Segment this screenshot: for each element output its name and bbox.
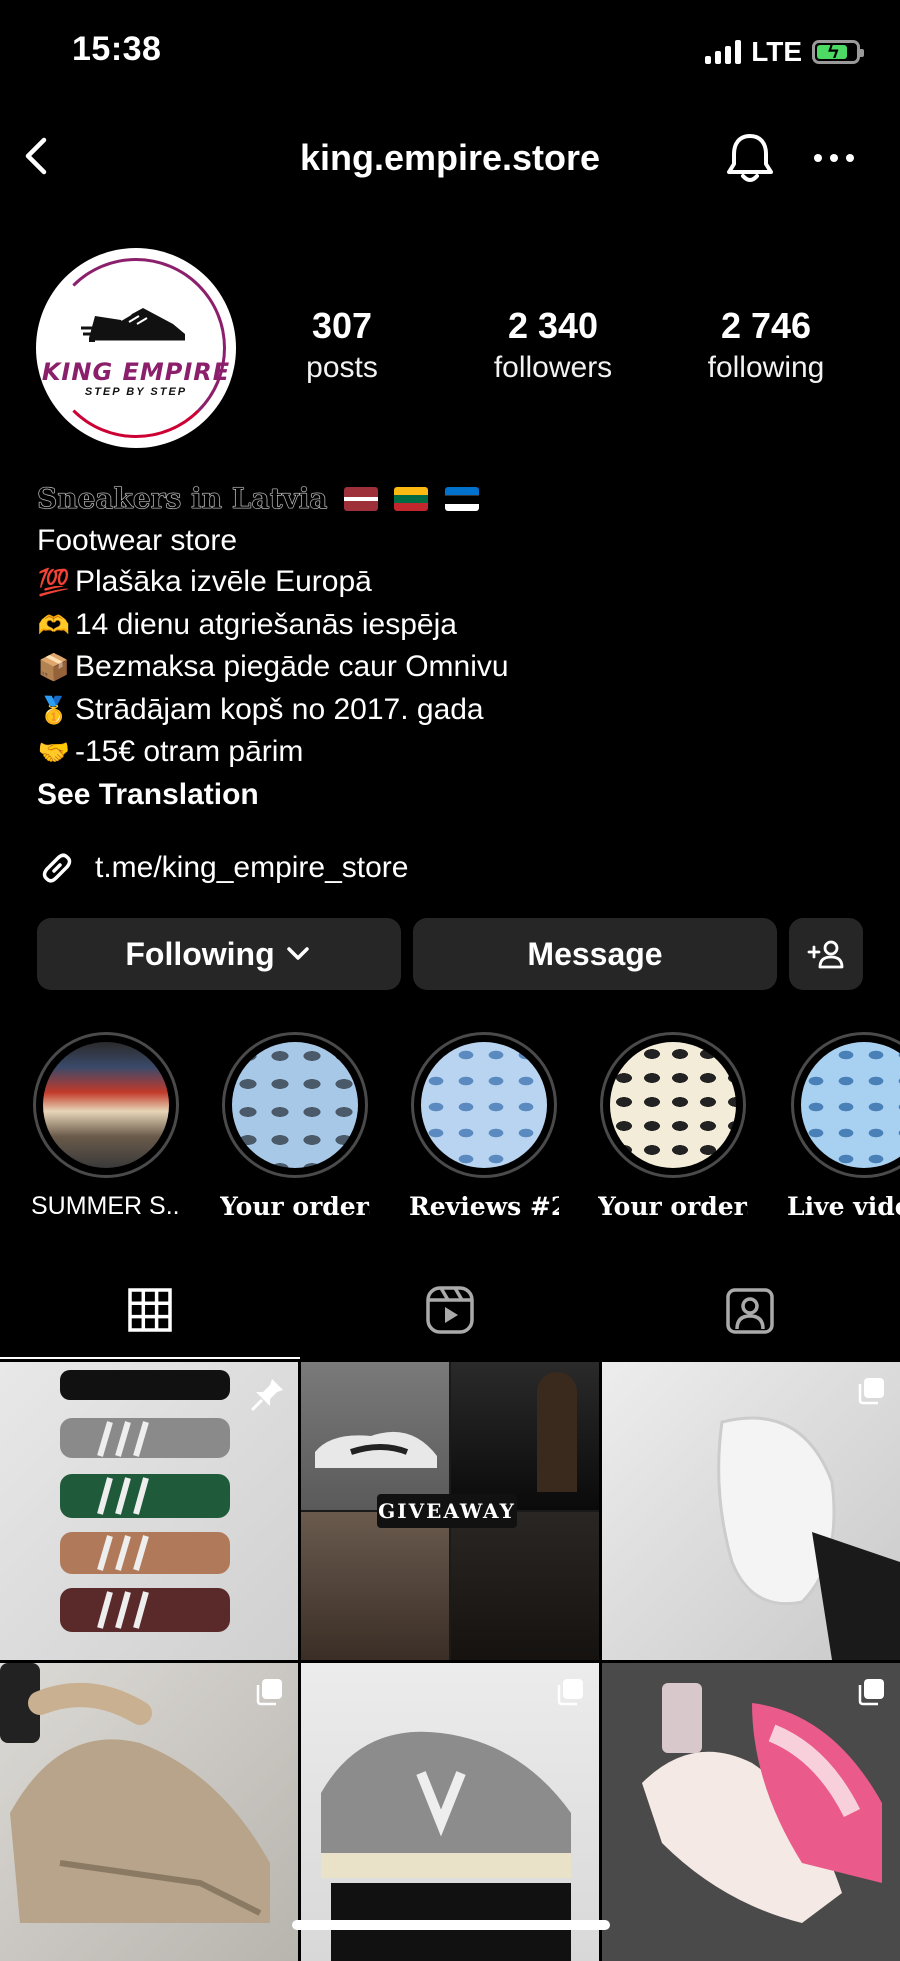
followers-stat[interactable]: 2 340 followers: [463, 305, 643, 385]
bio-display-name-row: Sneakers in Latvia: [37, 478, 509, 520]
active-tab-indicator: [0, 1357, 300, 1359]
network-label: LTE: [751, 36, 802, 67]
pin-icon: [250, 1379, 283, 1412]
status-indicators: LTE ϟ: [705, 36, 864, 68]
bio-line: 🫶 14 dienu atgriešanās iespēja: [37, 604, 509, 647]
tab-tagged[interactable]: [600, 1280, 900, 1340]
multiple-posts-icon: [858, 1679, 884, 1706]
highlight-label: Your orders#6: [598, 1192, 748, 1221]
estonia-flag-icon: [444, 487, 479, 511]
post-image: [642, 1683, 882, 1923]
latvia-flag-icon: [343, 487, 378, 511]
highlight-label: Your orders...: [220, 1192, 370, 1221]
post-thumbnail[interactable]: [301, 1663, 599, 1961]
post-thumbnail[interactable]: [0, 1663, 298, 1961]
sneaker-image: [315, 1431, 437, 1468]
post-thumbnail[interactable]: [602, 1663, 900, 1961]
followers-count: 2 340: [507, 305, 599, 346]
post-thumbnail[interactable]: GIVEAWAY: [301, 1362, 599, 1660]
handshake-icon: 🤝: [37, 737, 71, 767]
bio-line: 🥇 Strādājam kopš no 2017. gada: [37, 689, 509, 732]
highlight-thumbnail: [801, 1042, 900, 1168]
link-icon: [42, 853, 72, 883]
bio-line: 💯 Plašāka izvēle Europā: [37, 561, 509, 604]
status-time: 15:38: [72, 30, 162, 68]
profile-link[interactable]: t.me/king_empire_store: [37, 848, 408, 888]
heart-hands-icon: 🫶: [37, 609, 71, 640]
bio-line: 🤝 -15€ otram pārim: [37, 731, 509, 774]
post-thumbnail[interactable]: [0, 1362, 298, 1660]
posts-stat: 307 posts: [252, 305, 432, 385]
highlight-item[interactable]: Reviews #2: [409, 1032, 559, 1221]
grid-icon: [128, 1288, 172, 1332]
highlight-item[interactable]: Live video: [787, 1032, 900, 1221]
post-thumbnail[interactable]: [602, 1362, 900, 1660]
bio-category: Footwear store: [37, 523, 238, 557]
following-label: following: [707, 351, 825, 384]
suggested-people-button[interactable]: [789, 918, 863, 990]
highlight-item[interactable]: Your orders#6: [598, 1032, 748, 1221]
multiple-posts-icon: [557, 1679, 583, 1706]
multiple-posts-icon: [256, 1679, 282, 1706]
highlight-item[interactable]: Your orders...: [220, 1032, 370, 1221]
battery-icon: ϟ: [812, 40, 864, 64]
giveaway-label: GIVEAWAY: [377, 1494, 517, 1528]
message-button[interactable]: Message: [413, 918, 777, 990]
display-name: Sneakers in Latvia: [37, 482, 328, 515]
tagged-person-icon: [726, 1288, 774, 1334]
bio-line: 📦 Bezmaksa piegāde caur Omnivu: [37, 646, 509, 689]
post-image: [717, 1416, 900, 1660]
profile-bio: Sneakers in Latvia Footwear store 💯 Plašā…: [37, 478, 509, 815]
highlight-label: Reviews #2: [409, 1192, 559, 1221]
see-translation-link[interactable]: See Translation: [37, 774, 509, 816]
post-image: [0, 1663, 270, 1923]
tab-posts-grid[interactable]: [0, 1280, 300, 1340]
chevron-down-icon: [286, 947, 309, 960]
post-image: [321, 1731, 571, 1961]
medal-icon: 🥇: [37, 694, 71, 725]
signal-icon: [705, 40, 742, 64]
package-icon: 📦: [37, 652, 71, 682]
highlight-thumbnail: [43, 1042, 169, 1168]
followers-label: followers: [493, 351, 613, 384]
multiple-posts-icon: [858, 1378, 884, 1405]
add-person-icon: [807, 940, 844, 969]
notifications-bell-icon[interactable]: [724, 130, 776, 186]
following-button[interactable]: Following: [37, 918, 401, 990]
home-indicator[interactable]: [292, 1920, 610, 1930]
highlight-thumbnail: [610, 1042, 736, 1168]
lithuania-flag-icon: [394, 487, 429, 511]
link-text: t.me/king_empire_store: [95, 851, 409, 884]
highlight-label: SUMMER S...: [31, 1192, 181, 1220]
following-button-label: Following: [125, 935, 275, 972]
message-button-label: Message: [527, 935, 663, 972]
profile-avatar[interactable]: KING EMPIRE STEP BY STEP: [36, 248, 236, 448]
more-options-icon[interactable]: [812, 146, 856, 170]
following-stat[interactable]: 2 746 following: [676, 305, 856, 385]
highlight-thumbnail: [232, 1042, 358, 1168]
posts-count: 307: [311, 305, 373, 346]
hundred-icon: 💯: [37, 567, 71, 597]
reels-icon: [426, 1286, 474, 1334]
following-count: 2 746: [720, 305, 812, 346]
tab-reels[interactable]: [300, 1280, 600, 1340]
highlight-label: Live video: [787, 1192, 900, 1221]
highlight-item[interactable]: SUMMER S...: [31, 1032, 181, 1221]
highlight-thumbnail: [421, 1042, 547, 1168]
posts-label: posts: [306, 351, 378, 384]
